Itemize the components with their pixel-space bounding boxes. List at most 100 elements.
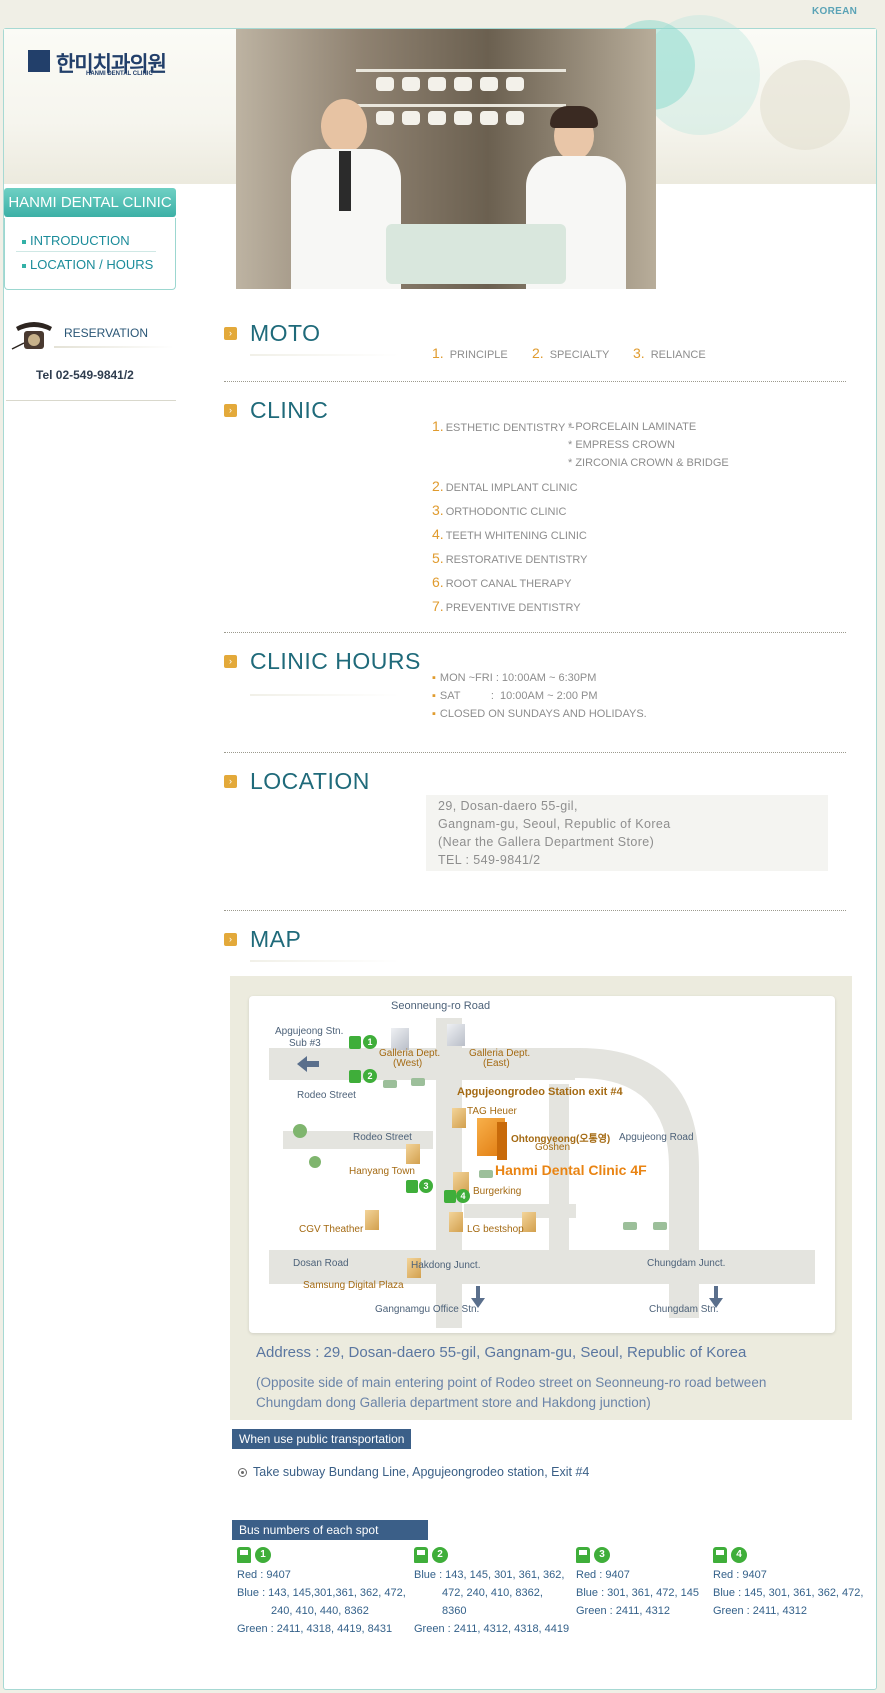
sidebar-item-label: INTRODUCTION: [30, 233, 130, 248]
map-label: Dosan Road: [293, 1258, 349, 1269]
section-arrow-icon: ›: [224, 933, 237, 946]
bus-numbers-badge: Bus numbers of each spot: [232, 1520, 428, 1540]
bus-stop-3-icon: 3: [419, 1179, 433, 1193]
section-divider: [224, 381, 846, 382]
section-title-location: LOCATION: [250, 768, 370, 794]
section-title-moto: MOTO: [250, 320, 321, 346]
clinic-item: 7. PREVENTIVE DENTISTRY: [432, 598, 581, 614]
map-poi: Samsung Digital Plaza: [303, 1280, 404, 1291]
doctors-photo: [236, 29, 656, 289]
bus-spot-number: 3: [594, 1547, 610, 1564]
section-underline: [250, 354, 400, 356]
reservation-label[interactable]: RESERVATION: [64, 326, 148, 340]
section-arrow-icon: ›: [224, 327, 237, 340]
section-title-map: MAP: [250, 926, 302, 952]
moto-item: 1. PRINCIPLE: [432, 345, 508, 361]
address-line: Gangnam-gu, Seoul, Republic of Korea: [438, 817, 671, 831]
bus-icon: [713, 1547, 727, 1564]
map-poi: Apgujeongrodeo Station exit #4: [457, 1086, 623, 1098]
clinic-item: 5. RESTORATIVE DENTISTRY: [432, 550, 588, 566]
bus-spot-3: 3 Red : 9407 Blue : 301, 361, 472, 145 G…: [576, 1547, 699, 1617]
bus-spot-number: 2: [432, 1547, 448, 1564]
korean-language-link[interactable]: KOREAN: [812, 6, 857, 17]
map-note-line: (Opposite side of main entering point of…: [256, 1375, 767, 1390]
clinic-subitem: * EMPRESS CROWN: [568, 439, 675, 451]
map-label: Chungdam Stn.: [649, 1304, 719, 1315]
map-label: Chungdam Junct.: [647, 1258, 726, 1269]
map-label: Gangnamgu Office Stn.: [375, 1304, 480, 1315]
section-arrow-icon: ›: [224, 775, 237, 788]
map-poi: TAG Heuer: [467, 1106, 517, 1117]
map-note-line: Chungdam dong Galleria department store …: [256, 1395, 651, 1410]
map-poi: LG bestshop: [467, 1224, 524, 1235]
map-poi: Hanyang Town: [349, 1166, 415, 1177]
map-label: Apgujeong Stn.: [275, 1026, 344, 1037]
address-line: TEL : 549-9841/2: [438, 853, 541, 867]
section-divider: [224, 910, 846, 911]
bus-icon: [576, 1547, 590, 1564]
hours-line: ▪ MON ~FRI : 10:00AM ~ 6:30PM: [432, 672, 597, 684]
logo-mark-icon: [28, 50, 50, 72]
bus-spot-number: 4: [731, 1547, 747, 1564]
map-label: Sub #3: [289, 1038, 321, 1049]
section-divider: [224, 752, 846, 753]
subway-direction: Take subway Bundang Line, Apgujeongrodeo…: [238, 1465, 589, 1479]
address-line: (Near the Gallera Department Store): [438, 835, 655, 849]
location-map: 1 2 3 4 Seonneung-ro Road Apgujeong Stn.…: [249, 996, 835, 1333]
map-poi: Goshen: [535, 1142, 571, 1153]
bus-icon: [237, 1547, 251, 1564]
address-line: 29, Dosan-daero 55-gil,: [438, 799, 578, 813]
public-transport-badge: When use public transportation: [232, 1429, 412, 1449]
map-label: Hakdong Junct.: [411, 1260, 481, 1271]
section-title-clinic-hours: CLINIC HOURS: [250, 648, 421, 674]
logo-english-text: HANMI DENTAL CLINIC: [86, 71, 153, 77]
section-arrow-icon: ›: [224, 404, 237, 417]
section-title-clinic: CLINIC: [250, 397, 329, 423]
section-arrow-icon: ›: [224, 655, 237, 668]
hours-line: ▪ SAT : 10:00AM ~ 2:00 PM: [432, 690, 598, 702]
reservation-underline: [54, 346, 174, 348]
map-poi: (East): [483, 1058, 510, 1069]
section-underline: [250, 960, 400, 962]
clinic-subitem: * ZIRCONIA CROWN & BRIDGE: [568, 457, 729, 469]
map-poi: CGV Theather: [299, 1224, 364, 1235]
map-label: Apgujeong Road: [619, 1132, 694, 1143]
map-address: Address : 29, Dosan-daero 55-gil, Gangna…: [256, 1344, 747, 1361]
clinic-item: 6. ROOT CANAL THERAPY: [432, 574, 572, 590]
hours-line: ▪ CLOSED ON SUNDAYS AND HOLIDAYS.: [432, 708, 647, 720]
section-divider: [224, 632, 846, 633]
sidebar-divider: [16, 251, 156, 252]
bullet-icon: [238, 1468, 247, 1478]
sidebar-item-introduction[interactable]: INTRODUCTION: [22, 233, 130, 248]
map-label: Rodeo Street: [297, 1090, 356, 1101]
sidebar-item-location-hours[interactable]: LOCATION / HOURS: [22, 257, 153, 272]
clinic-subitem: * PORCELAIN LAMINATE: [568, 421, 697, 433]
map-poi: (West): [393, 1058, 423, 1069]
bus-spot-4: 4 Red : 9407 Blue : 145, 301, 361, 362, …: [713, 1547, 864, 1617]
bus-spot-1: 1 Red : 9407 Blue : 143, 145,301,361, 36…: [237, 1547, 406, 1635]
clinic-item: 2. DENTAL IMPLANT CLINIC: [432, 478, 578, 494]
bus-stop-2-icon: 2: [363, 1069, 377, 1083]
section-underline: [250, 694, 400, 696]
sidebar-item-label: LOCATION / HOURS: [30, 257, 154, 272]
moto-item: 3. RELIANCE: [633, 345, 706, 361]
sidebar-menu: [4, 218, 176, 290]
clinic-item: 4. TEETH WHITENING CLINIC: [432, 526, 587, 542]
bus-stop-1-icon: 1: [363, 1035, 377, 1049]
sidebar-title: HANMI DENTAL CLINIC: [4, 188, 176, 217]
moto-item: 2. SPECIALTY: [532, 345, 610, 361]
map-poi: Burgerking: [473, 1186, 522, 1197]
hanmi-clinic-marker: Hanmi Dental Clinic 4F: [495, 1162, 647, 1178]
bus-spot-number: 1: [255, 1547, 271, 1564]
decor-circle: [760, 60, 850, 150]
bus-stop-4-icon: 4: [456, 1189, 470, 1203]
bus-icon: [414, 1547, 428, 1564]
telephone-icon: [11, 322, 52, 350]
clinic-item: 1. ESTHETIC DENTISTRY ~: [432, 418, 575, 434]
map-label: Rodeo Street: [353, 1132, 412, 1143]
clinic-item: 3. ORTHODONTIC CLINIC: [432, 502, 567, 518]
map-label: Seonneung-ro Road: [391, 1000, 491, 1012]
phone-number: Tel 02-549-9841/2: [36, 368, 134, 382]
bus-spot-2: 2 Blue : 143, 145, 301, 361, 362, 472, 2…: [414, 1547, 570, 1635]
sidebar-divider: [6, 400, 176, 401]
